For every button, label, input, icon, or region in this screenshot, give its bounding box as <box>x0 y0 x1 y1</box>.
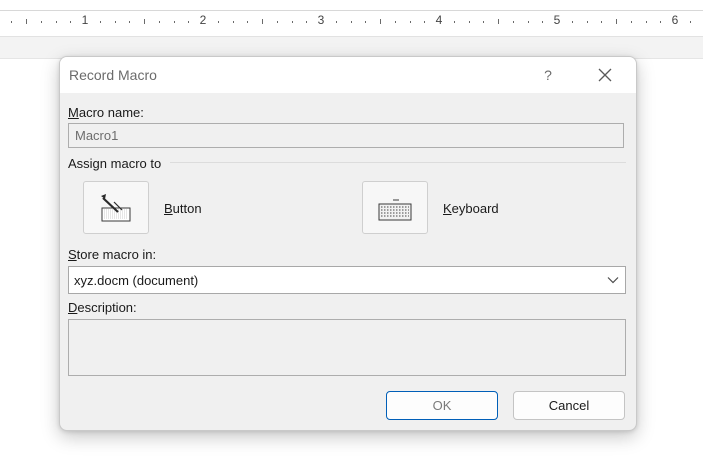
ruler-minor-tick <box>218 21 219 23</box>
ruler-half-tick <box>26 19 27 24</box>
ruler-minor-tick <box>41 21 42 23</box>
keyboard-option-label[interactable]: Keyboard <box>443 201 499 216</box>
ruler-minor-tick <box>483 21 484 23</box>
close-button[interactable] <box>590 63 620 87</box>
horizontal-ruler: 1 2 3 4 5 6 <box>0 0 703 37</box>
assign-keyboard-button[interactable] <box>362 181 428 234</box>
ruler-minor-tick <box>247 21 248 23</box>
store-macro-select[interactable]: xyz.docm (document) <box>68 266 626 294</box>
assign-button-button[interactable] <box>83 181 149 234</box>
ruler-half-tick <box>144 19 145 24</box>
ruler-minor-tick <box>528 21 529 23</box>
ruler-minor-tick <box>365 21 366 23</box>
group-divider <box>170 162 626 163</box>
macro-name-input[interactable]: Macro1 <box>68 123 624 148</box>
ruler-minor-tick <box>424 21 425 23</box>
ruler-number-1: 1 <box>81 13 89 27</box>
ruler-minor-tick <box>233 21 234 23</box>
store-macro-label: Store macro in: <box>68 247 157 262</box>
ruler-minor-tick <box>174 21 175 23</box>
store-macro-value: xyz.docm (document) <box>74 273 199 288</box>
dialog-title: Record Macro <box>69 67 157 83</box>
close-icon <box>598 68 612 82</box>
ruler-minor-tick <box>129 21 130 23</box>
ruler-minor-tick <box>646 21 647 23</box>
dialog-titlebar: Record Macro ? <box>60 57 636 93</box>
ruler-minor-tick <box>690 21 691 23</box>
ruler-minor-tick <box>70 21 71 23</box>
ruler-minor-tick <box>56 21 57 23</box>
ruler-minor-tick <box>587 21 588 23</box>
ruler-minor-tick <box>336 21 337 23</box>
ruler-minor-tick <box>395 21 396 23</box>
ruler-minor-tick <box>115 21 116 23</box>
ruler-minor-tick <box>542 21 543 23</box>
assign-macro-label: Assign macro to <box>68 156 162 171</box>
ruler-minor-tick <box>572 21 573 23</box>
description-label: Description: <box>68 300 137 315</box>
dropdown-arrow-button[interactable] <box>601 267 625 293</box>
macro-name-label: Macro name: <box>68 105 144 120</box>
button-assign-icon <box>101 193 131 221</box>
cancel-button[interactable]: Cancel <box>513 391 625 420</box>
record-macro-dialog: Record Macro ? Macro name: Macro1 Assign… <box>59 56 637 431</box>
ruler-minor-tick <box>631 21 632 23</box>
keyboard-icon <box>378 199 412 220</box>
ruler-number-3: 3 <box>317 13 325 27</box>
ruler-minor-tick <box>188 21 189 23</box>
ruler-minor-tick <box>100 21 101 23</box>
ruler-minor-tick <box>601 21 602 23</box>
ruler-minor-tick <box>292 21 293 23</box>
ruler-minor-tick <box>410 21 411 23</box>
ruler-half-tick <box>616 19 617 24</box>
ruler-half-tick <box>262 19 263 24</box>
ruler-minor-tick <box>277 21 278 23</box>
ruler-half-tick <box>498 19 499 24</box>
ruler-minor-tick <box>513 21 514 23</box>
ruler-minor-tick <box>306 21 307 23</box>
ruler-minor-tick <box>11 21 12 23</box>
chevron-down-icon <box>607 277 619 284</box>
ok-button[interactable]: OK <box>386 391 498 420</box>
ruler-minor-tick <box>469 21 470 23</box>
ruler-number-4: 4 <box>435 13 443 27</box>
ruler-half-tick <box>380 19 381 24</box>
ruler-number-6: 6 <box>671 13 679 27</box>
ruler-number-5: 5 <box>553 13 561 27</box>
button-option-label[interactable]: Button <box>164 201 202 216</box>
help-icon: ? <box>544 67 552 83</box>
description-textarea[interactable] <box>68 319 626 376</box>
ruler-minor-tick <box>454 21 455 23</box>
ruler-minor-tick <box>351 21 352 23</box>
ruler-number-2: 2 <box>199 13 207 27</box>
ruler-minor-tick <box>660 21 661 23</box>
help-button[interactable]: ? <box>534 63 562 87</box>
ruler-minor-tick <box>159 21 160 23</box>
